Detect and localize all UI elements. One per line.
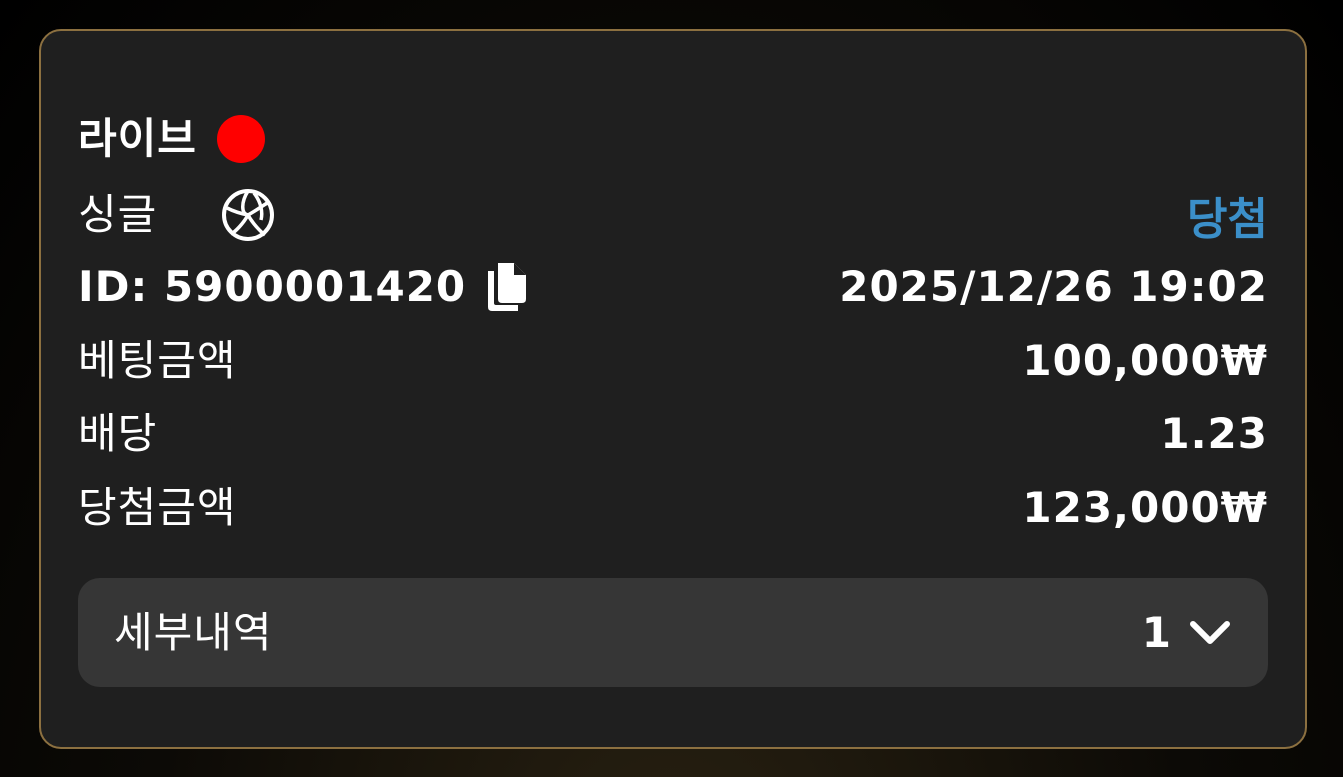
payout-label: 당첨금액	[78, 483, 237, 532]
id-row: ID: 5900001420 2025/12/26 19:02	[78, 257, 1268, 317]
copy-icon[interactable]	[484, 261, 530, 313]
bet-status-badge: 당첨	[1187, 194, 1268, 245]
live-label: 라이브	[78, 114, 197, 163]
details-expand-button[interactable]: 세부내역 1	[78, 578, 1268, 687]
bet-type-label: 싱글	[78, 190, 158, 239]
bet-datetime: 2025/12/26 19:02	[839, 262, 1268, 311]
stake-value: 100,000₩	[1022, 336, 1268, 385]
odds-value: 1.23	[1160, 409, 1268, 458]
payout-row: 당첨금액 123,000₩	[78, 478, 1268, 538]
chevron-down-icon	[1188, 618, 1232, 648]
live-row: 라이브	[78, 109, 1268, 169]
odds-label: 배당	[78, 409, 158, 458]
type-row: 싱글 당첨	[78, 185, 1268, 245]
details-count: 1	[1141, 607, 1172, 657]
odds-row: 배당 1.23	[78, 404, 1268, 464]
live-indicator-dot	[216, 115, 265, 163]
bet-id: ID: 5900001420	[78, 262, 467, 311]
payout-value: 123,000₩	[1022, 483, 1268, 532]
stake-row: 베팅금액 100,000₩	[78, 331, 1268, 391]
volleyball-icon	[221, 188, 275, 242]
stake-label: 베팅금액	[78, 336, 237, 385]
page-background: 라이브 싱글 당첨 ID: 5900001420 2025/12/26 19:0…	[0, 0, 1343, 777]
bet-history-card: 라이브 싱글 당첨 ID: 5900001420 2025/12/26 19:0…	[39, 29, 1307, 749]
details-label: 세부내역	[114, 607, 273, 657]
